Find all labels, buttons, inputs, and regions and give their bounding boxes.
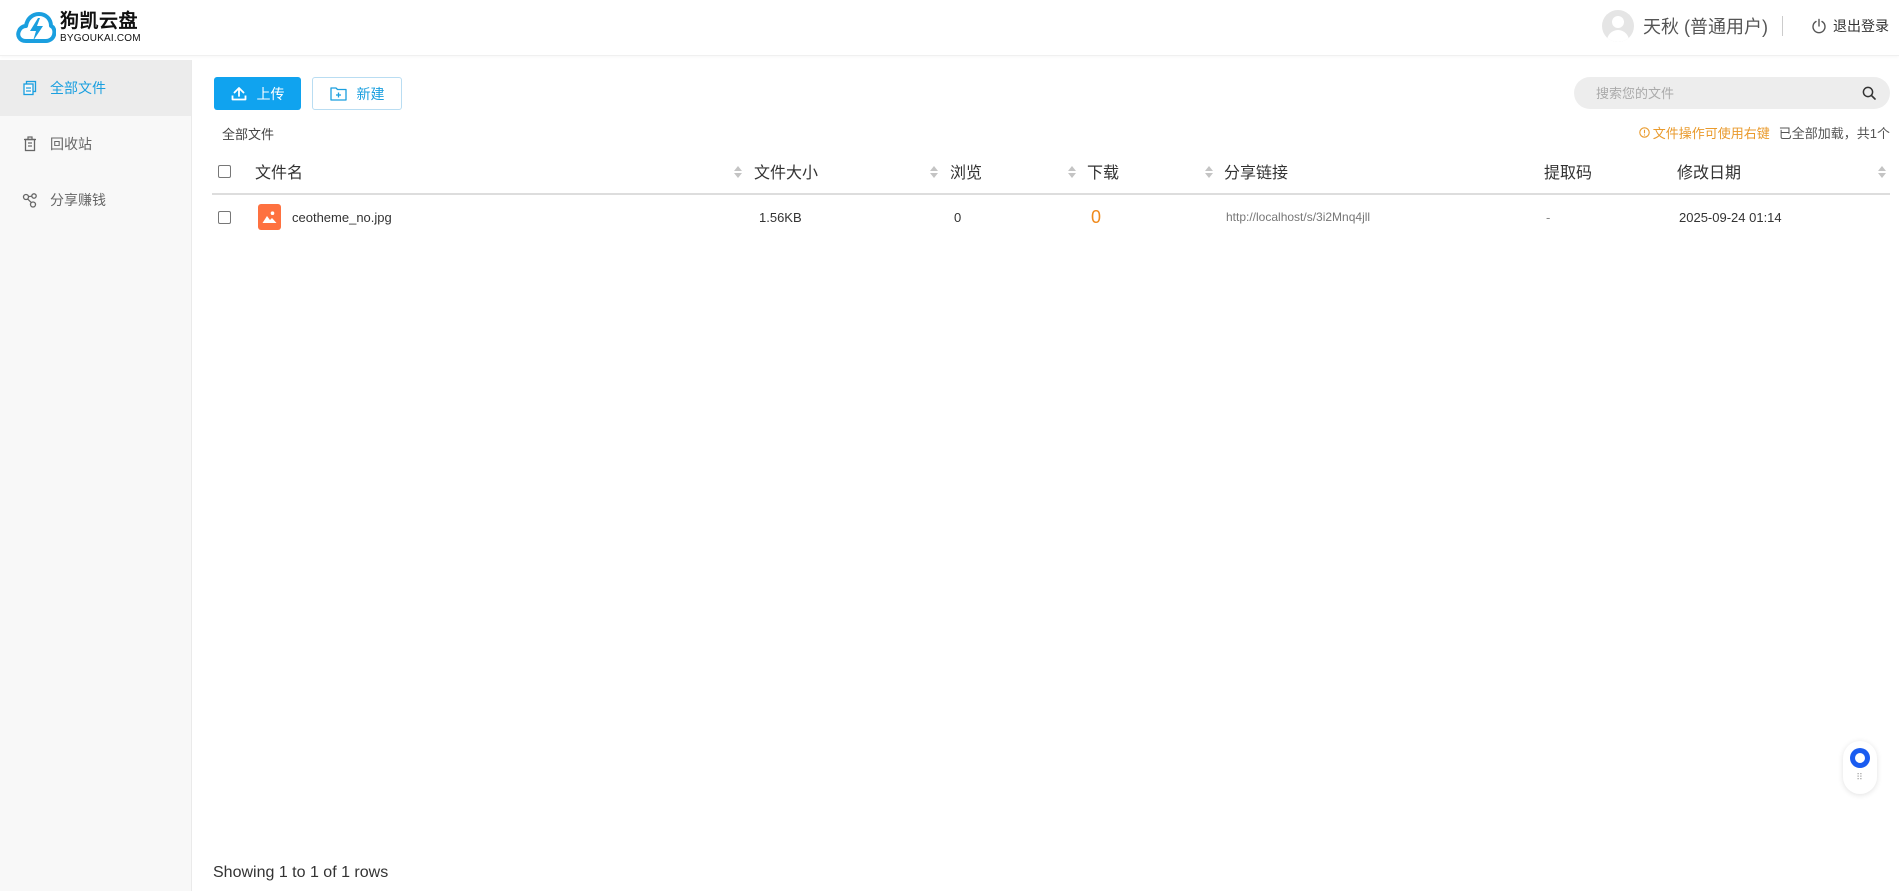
file-table: 文件名 文件大小 浏览 下载 分享链接 提取码 修改日期 ceotheme_no… — [212, 148, 1890, 239]
file-name[interactable]: ceotheme_no.jpg — [292, 210, 392, 225]
power-icon — [1812, 18, 1826, 34]
column-header-modified[interactable]: 修改日期 — [1677, 148, 1741, 194]
top-header: 狗凯云盘 BYGOUKAI.COM 天秋 (普通用户) 退出登录 — [0, 0, 1899, 56]
column-header-size[interactable]: 文件大小 — [754, 148, 818, 194]
sort-icon[interactable] — [1068, 166, 1076, 178]
user-avatar-icon[interactable] — [1602, 10, 1634, 42]
table-row[interactable]: ceotheme_no.jpg 1.56KB 0 0 http://localh… — [212, 195, 1890, 239]
brand-subtitle: BYGOUKAI.COM — [60, 33, 141, 44]
sidebar: 全部文件 回收站 分享赚钱 — [0, 60, 192, 891]
loaded-status: 已全部加载，共1个 — [1778, 126, 1890, 141]
search-icon[interactable] — [1862, 86, 1876, 100]
info-circle-icon — [1639, 127, 1650, 138]
sort-icon[interactable] — [1205, 166, 1213, 178]
sidebar-item-label: 回收站 — [50, 136, 92, 152]
logout-button[interactable]: 退出登录 — [1811, 16, 1889, 36]
trash-icon — [24, 136, 36, 152]
share-icon — [22, 193, 37, 208]
column-header-share-link: 分享链接 — [1224, 165, 1289, 182]
logout-label: 退出登录 — [1833, 18, 1889, 34]
column-header-name[interactable]: 文件名 — [255, 148, 303, 194]
new-folder-icon — [329, 87, 347, 101]
floating-chat-widget[interactable]: ⠿ — [1843, 741, 1877, 794]
drag-handle-icon[interactable]: ⠿ — [1856, 773, 1864, 782]
logo[interactable]: 狗凯云盘 BYGOUKAI.COM — [16, 6, 141, 50]
row-checkbox[interactable] — [218, 210, 231, 224]
user-name[interactable]: 天秋 (普通用户) — [1643, 13, 1768, 39]
search-box[interactable] — [1574, 77, 1890, 109]
new-label: 新建 — [356, 85, 385, 102]
sidebar-item-share-earn[interactable]: 分享赚钱 — [0, 172, 191, 228]
sidebar-item-all-files[interactable]: 全部文件 — [0, 60, 191, 116]
column-header-code: 提取码 — [1544, 165, 1593, 182]
right-click-tip: 文件操作可使用右键 — [1639, 123, 1770, 142]
upload-icon — [231, 86, 246, 100]
modified-date: 2025-09-24 01:14 — [1679, 209, 1782, 225]
sidebar-item-recycle-bin[interactable]: 回收站 — [0, 116, 191, 172]
cloud-bolt-logo-icon — [16, 12, 56, 43]
share-link[interactable]: http://localhost/s/3i2Mnq4jll — [1226, 195, 1370, 239]
sort-icon[interactable] — [1878, 166, 1886, 178]
user-area: 天秋 (普通用户) 退出登录 — [1602, 0, 1899, 52]
table-header: 文件名 文件大小 浏览 下载 分享链接 提取码 修改日期 — [212, 148, 1890, 195]
pagination-info: Showing 1 to 1 of 1 rows — [213, 864, 389, 881]
new-button[interactable]: 新建 — [312, 77, 402, 110]
header-divider — [1782, 16, 1783, 36]
tip-text: 文件操作可使用右键 — [1652, 126, 1770, 141]
select-all-checkbox[interactable] — [218, 164, 231, 178]
extract-code: - — [1546, 209, 1551, 225]
view-count: 0 — [954, 209, 962, 225]
column-header-downloads[interactable]: 下载 — [1087, 148, 1119, 194]
column-header-views[interactable]: 浏览 — [950, 148, 982, 194]
breadcrumb[interactable]: 全部文件 — [222, 124, 274, 143]
status-area: 文件操作可使用右键 已全部加载，共1个 — [1639, 123, 1890, 142]
main-content: 上传 新建 全部文件 文件操作可使用右键 已全部加载，共1个 — [192, 60, 1899, 891]
search-input[interactable] — [1596, 85, 1862, 101]
upload-button[interactable]: 上传 — [214, 77, 301, 110]
file-size: 1.56KB — [759, 209, 802, 225]
download-count: 0 — [1091, 206, 1102, 227]
upload-label: 上传 — [256, 85, 285, 102]
file-name-cell[interactable]: ceotheme_no.jpg — [258, 195, 392, 239]
chat-bubble-icon[interactable] — [1850, 748, 1870, 768]
sidebar-item-label: 分享赚钱 — [50, 192, 106, 208]
sidebar-item-label: 全部文件 — [50, 80, 106, 96]
image-file-icon — [258, 204, 281, 230]
files-icon — [23, 80, 37, 96]
sort-icon[interactable] — [930, 166, 938, 178]
row-checkbox-cell — [218, 195, 231, 239]
sort-icon[interactable] — [734, 166, 742, 178]
brand-name: 狗凯云盘 — [60, 10, 139, 32]
select-all-checkbox-cell — [218, 148, 231, 194]
